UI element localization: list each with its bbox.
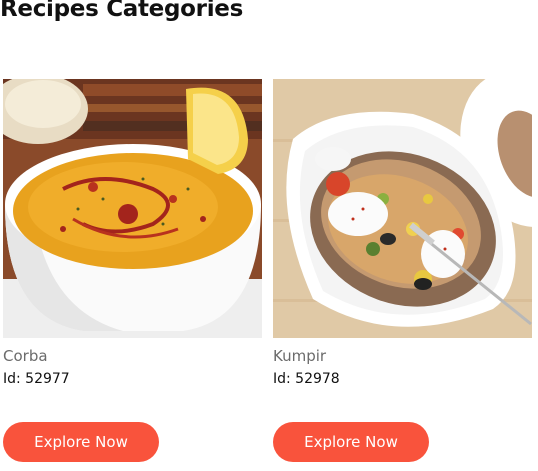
recipe-id: Id: 52978 xyxy=(273,371,340,387)
explore-now-button[interactable]: Explore Now xyxy=(3,422,159,462)
recipe-id: Id: 52977 xyxy=(3,371,70,387)
recipe-card-kumpir: Kumpir Id: 52978 Explore Now xyxy=(273,79,532,462)
explore-now-button[interactable]: Explore Now xyxy=(273,422,429,462)
recipe-card-corba: Corba Id: 52977 Explore Now xyxy=(3,79,262,462)
corba-soup-image[interactable] xyxy=(3,79,262,338)
recipe-name: Corba xyxy=(3,347,48,365)
kumpir-image[interactable] xyxy=(273,79,532,338)
page-title: Recipes Categories xyxy=(0,0,243,22)
recipe-name: Kumpir xyxy=(273,347,327,365)
